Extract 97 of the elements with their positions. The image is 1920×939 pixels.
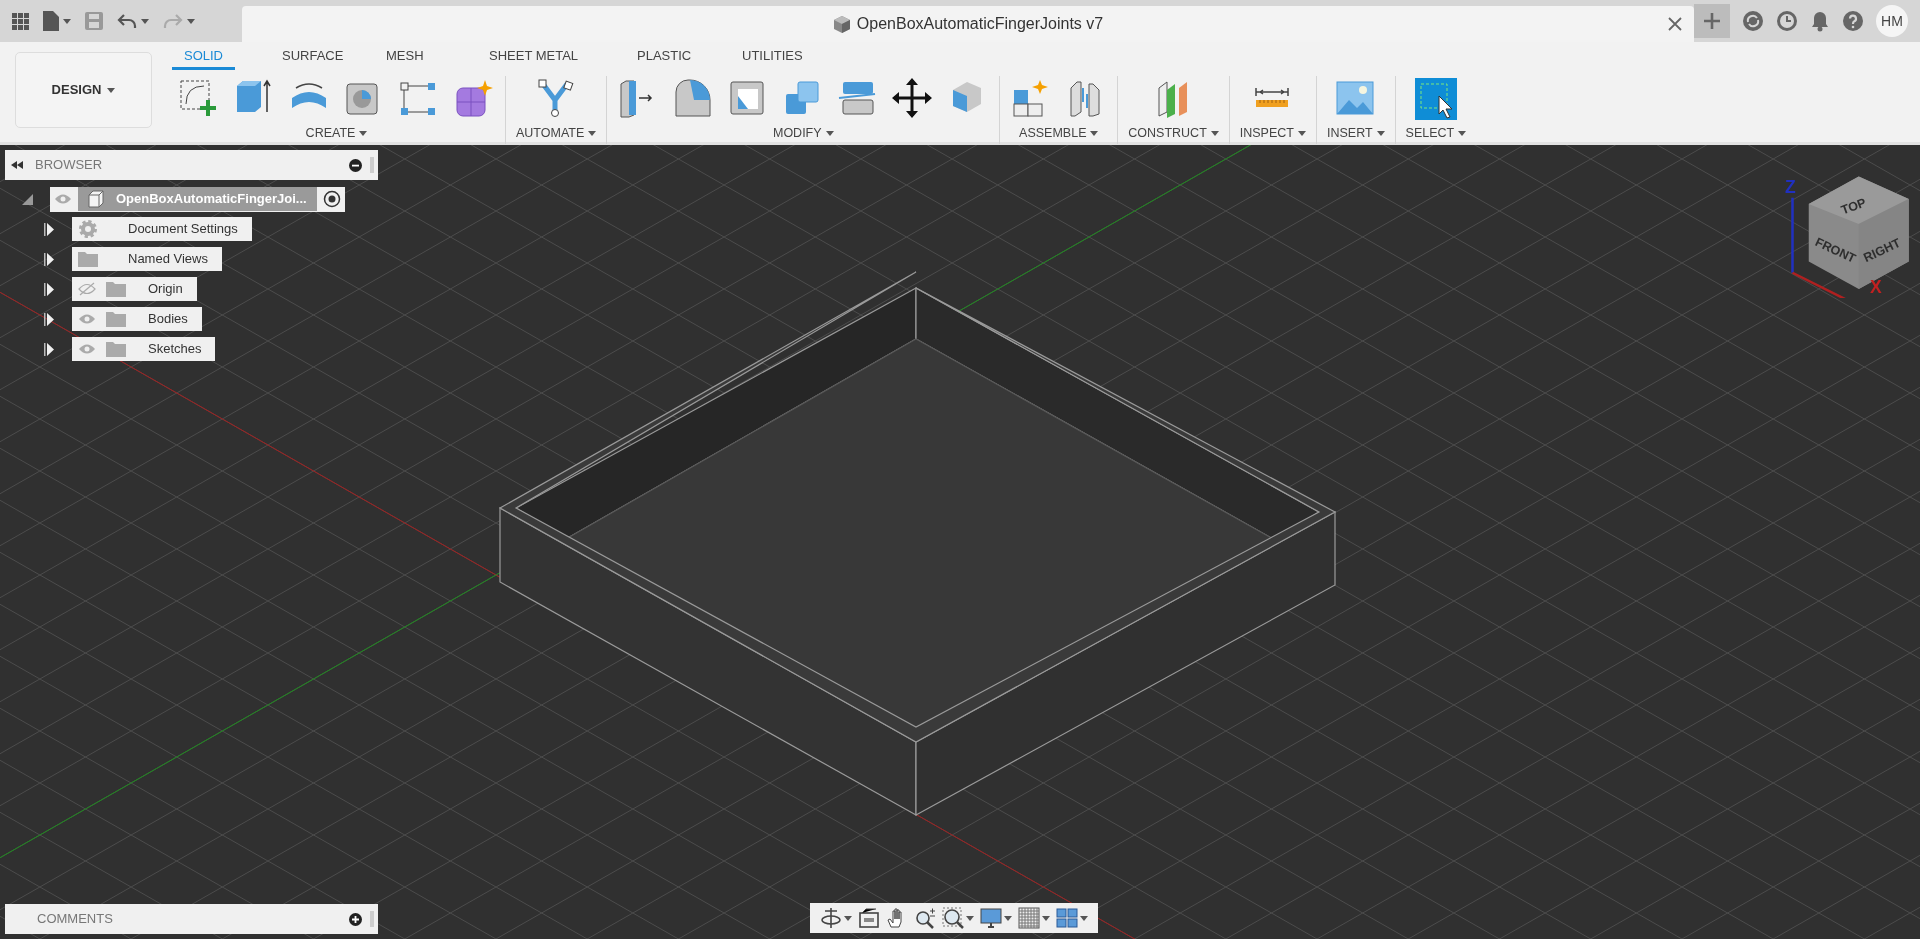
add-circle-icon[interactable] xyxy=(349,912,362,926)
tool-group-menu[interactable]: AUTOMATE xyxy=(516,124,597,143)
component-name: OpenBoxAutomaticFingerJoi... xyxy=(78,187,317,211)
caret-icon xyxy=(359,130,368,136)
zoom-icon xyxy=(914,907,936,929)
collapsed-triangle-icon[interactable] xyxy=(44,342,54,356)
plus-icon xyxy=(1703,12,1721,30)
viewports-button[interactable] xyxy=(1056,907,1088,929)
browser-node[interactable]: Named Views xyxy=(72,247,222,271)
tool-group-menu[interactable]: CONSTRUCT xyxy=(1128,124,1219,143)
minus-circle-icon[interactable] xyxy=(349,158,362,172)
active-radio-icon[interactable] xyxy=(322,190,341,208)
caret-icon xyxy=(141,18,149,24)
ribbon-tab[interactable]: SHEET METAL xyxy=(477,42,591,70)
ribbon-tab[interactable]: PLASTIC xyxy=(625,42,704,70)
folder-icon xyxy=(106,341,126,357)
axis-label: X xyxy=(1870,276,1882,297)
zoom-window-button[interactable] xyxy=(942,907,974,929)
document-tab[interactable]: OpenBoxAutomaticFingerJoints v7 xyxy=(242,6,1694,42)
ribbon-tab[interactable]: SURFACE xyxy=(270,42,356,70)
tool-group-menu[interactable]: MODIFY xyxy=(773,124,834,143)
user-avatar[interactable]: HM xyxy=(1876,5,1908,37)
undo-icon[interactable] xyxy=(117,13,137,29)
collapsed-triangle-icon[interactable] xyxy=(44,252,54,266)
tool-group-menu[interactable]: ASSEMBLE xyxy=(1019,124,1099,143)
node-label: Document Settings xyxy=(128,220,238,239)
folder-icon xyxy=(106,281,126,297)
caret-icon xyxy=(588,130,597,136)
browser-node[interactable]: Bodies xyxy=(72,307,202,331)
new-tab-button[interactable] xyxy=(1694,4,1730,38)
grid-icon xyxy=(1018,907,1040,929)
caret-icon xyxy=(844,915,852,921)
orbit-icon xyxy=(820,907,842,929)
app-grid-icon[interactable] xyxy=(12,12,29,30)
node-label: Sketches xyxy=(148,340,202,359)
sparkle-cube-tool[interactable] xyxy=(453,78,495,120)
caret-icon xyxy=(1297,130,1306,136)
workspace-dropdown[interactable]: DESIGN xyxy=(15,52,152,128)
orbit-button[interactable] xyxy=(820,907,852,929)
caret-icon xyxy=(966,915,974,921)
caret-icon xyxy=(1376,130,1385,136)
zoom-window-icon xyxy=(942,907,964,929)
collapsed-triangle-icon[interactable] xyxy=(44,282,54,296)
caret-icon xyxy=(1042,915,1050,921)
tool-group-menu[interactable]: INSERT xyxy=(1326,124,1385,143)
file-icon[interactable] xyxy=(43,11,59,31)
tool-group-menu[interactable]: INSPECT xyxy=(1239,124,1306,143)
node-label: Origin xyxy=(148,280,183,299)
gear-icon xyxy=(78,219,98,239)
monitor-icon xyxy=(980,907,1002,929)
collapsed-triangle-icon[interactable] xyxy=(44,222,54,236)
axis-label: Z xyxy=(1785,176,1796,197)
collapse-arrows-icon[interactable] xyxy=(11,161,23,169)
grip-icon[interactable] xyxy=(370,157,374,173)
browser-node[interactable]: Sketches xyxy=(72,337,216,361)
node-label: Bodies xyxy=(148,310,188,329)
document-title: OpenBoxAutomaticFingerJoints v7 xyxy=(856,14,1104,34)
selection-cursor-tool[interactable] xyxy=(1414,78,1457,120)
caret-icon xyxy=(187,18,195,24)
caret-icon xyxy=(1210,130,1219,136)
cube-icon xyxy=(832,15,851,33)
browser-node[interactable]: Origin xyxy=(72,277,197,301)
tool-group-menu[interactable]: SELECT xyxy=(1405,124,1467,143)
caret-icon xyxy=(1458,130,1467,136)
panel-title: BROWSER xyxy=(35,156,104,175)
bell-icon[interactable] xyxy=(1810,10,1830,32)
ribbon-tab[interactable]: MESH xyxy=(374,42,436,70)
sparkle-cube-icon xyxy=(453,78,495,120)
expanded-triangle-icon[interactable] xyxy=(22,193,33,205)
caret-icon xyxy=(107,87,116,93)
tool-group-menu[interactable]: CREATE xyxy=(305,124,368,143)
caret-icon xyxy=(1004,915,1012,921)
look-at-button[interactable] xyxy=(858,907,880,929)
help-icon[interactable] xyxy=(1842,10,1864,32)
grip-icon[interactable] xyxy=(370,911,374,927)
component-cube-icon xyxy=(86,190,104,209)
offline-sync-icon[interactable] xyxy=(1742,10,1764,32)
collapsed-triangle-icon[interactable] xyxy=(44,312,54,326)
grid-button[interactable] xyxy=(1018,907,1050,929)
look-at-icon xyxy=(858,907,880,929)
zoom-button[interactable] xyxy=(914,907,936,929)
folder-icon xyxy=(78,251,98,267)
browser-node[interactable]: Document Settings xyxy=(72,217,252,241)
caret-icon xyxy=(63,18,71,24)
caret-icon xyxy=(1080,915,1088,921)
selection-cursor-icon xyxy=(1414,78,1457,120)
node-label: Named Views xyxy=(128,250,208,269)
cube-face-label: TOP xyxy=(1839,195,1868,218)
viewports-icon xyxy=(1056,907,1078,929)
monitor-button[interactable] xyxy=(980,907,1012,929)
panel-title: COMMENTS xyxy=(37,910,114,929)
caret-icon xyxy=(825,130,834,136)
clock-icon[interactable] xyxy=(1776,10,1798,32)
caret-icon xyxy=(1090,130,1099,136)
close-icon[interactable] xyxy=(1668,17,1682,31)
ribbon-tab[interactable]: UTILITIES xyxy=(730,42,815,70)
folder-icon xyxy=(106,311,126,327)
